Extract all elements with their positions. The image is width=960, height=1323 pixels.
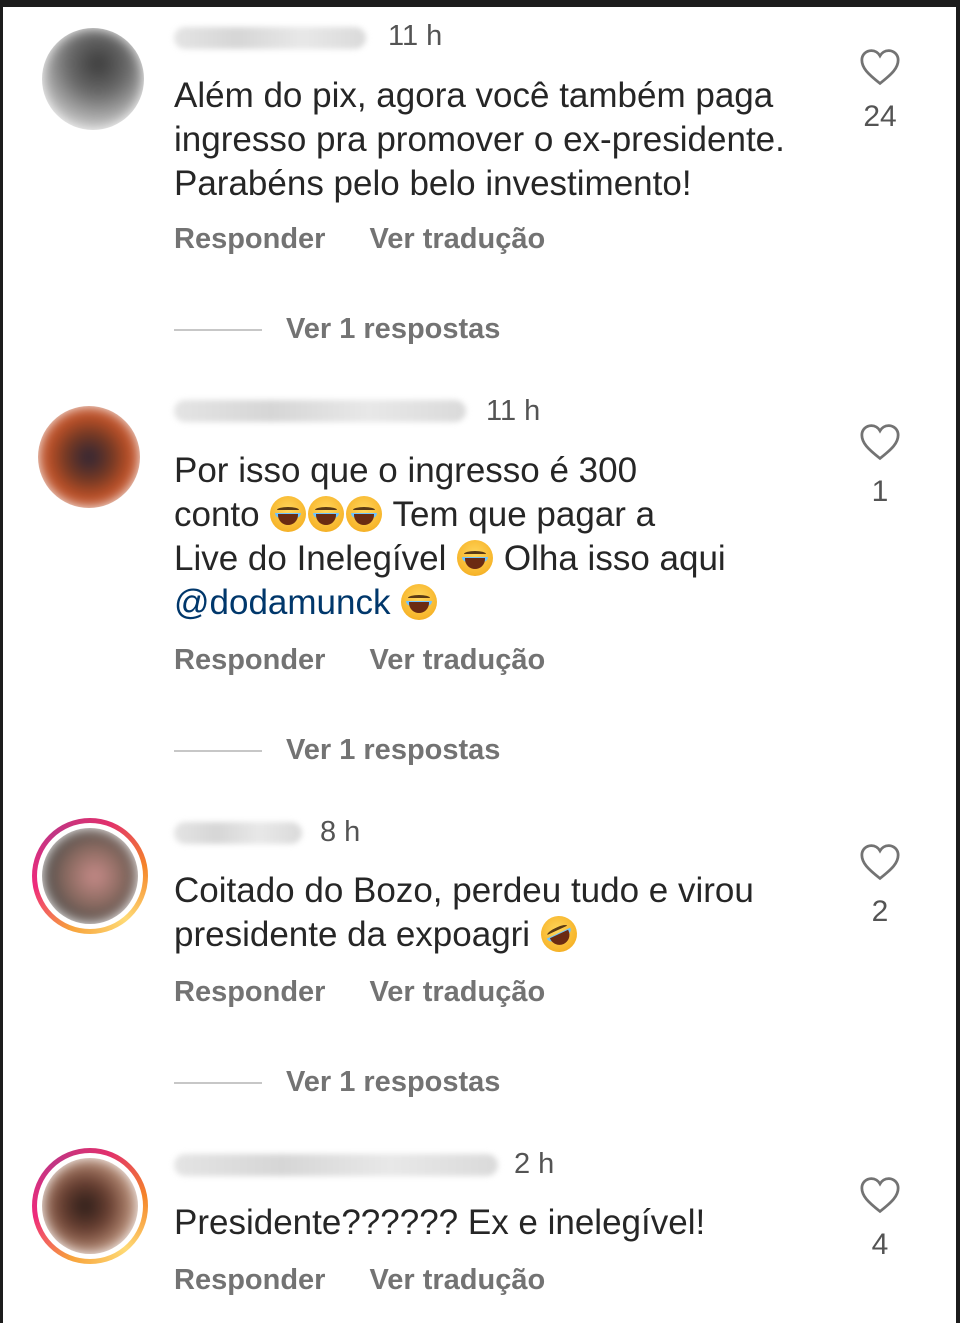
reply-button[interactable]: Responder xyxy=(174,644,325,677)
like-button[interactable]: 24 xyxy=(857,48,903,134)
translate-button[interactable]: Ver tradução xyxy=(369,976,545,1009)
replies-divider xyxy=(174,749,262,752)
tears-of-joy-emoji xyxy=(270,496,307,532)
reply-button[interactable]: Responder xyxy=(174,1264,325,1297)
translate-button[interactable]: Ver tradução xyxy=(369,1264,545,1297)
like-button[interactable]: 2 xyxy=(857,843,903,929)
heart-outline-icon xyxy=(860,49,900,86)
heart-outline-icon xyxy=(860,844,900,881)
comment-timestamp: 11 h xyxy=(486,395,541,427)
comment-text-line: Além do pix, agora você também paga xyxy=(174,76,774,115)
avatar xyxy=(42,828,138,924)
story-ring[interactable] xyxy=(32,818,148,934)
avatar[interactable] xyxy=(42,28,144,130)
comment-timestamp: 2 h xyxy=(514,1148,555,1180)
comment-text-line: Presidente?????? Ex e inelegível! xyxy=(174,1203,706,1242)
avatar xyxy=(42,1158,138,1254)
rolling-on-floor-laughing-emoji xyxy=(534,910,583,958)
comment-text-line: ingresso pra promover o ex-presidente. xyxy=(174,120,785,159)
comment-text-fragment: Live do Inelegível xyxy=(174,539,447,578)
avatar[interactable] xyxy=(38,406,140,508)
comment-text-line: presidente da expoagri xyxy=(174,910,754,958)
screenshot-border-right xyxy=(956,0,960,1323)
screenshot-border-top xyxy=(0,0,960,7)
like-button[interactable]: 4 xyxy=(857,1176,903,1262)
comment-actions: Responder Ver tradução xyxy=(174,644,545,677)
comment-text-line: Parabéns pelo belo investimento! xyxy=(174,164,692,203)
comment-text-fragment: Tem que pagar a xyxy=(392,495,656,534)
view-replies-label: Ver 1 respostas xyxy=(286,313,501,345)
reply-button[interactable]: Responder xyxy=(174,976,325,1009)
comment-text-line: conto Tem que pagar a xyxy=(174,493,726,537)
comment-text: Presidente?????? Ex e inelegível! xyxy=(174,1201,705,1245)
username-blurred[interactable] xyxy=(174,1154,498,1176)
tears-of-joy-emoji xyxy=(346,496,383,532)
story-ring[interactable] xyxy=(32,1148,148,1264)
translate-button[interactable]: Ver tradução xyxy=(369,223,545,256)
view-replies-label: Ver 1 respostas xyxy=(286,1066,501,1098)
reply-button[interactable]: Responder xyxy=(174,223,325,256)
like-count: 4 xyxy=(871,1228,889,1261)
comment-actions: Responder Ver tradução xyxy=(174,223,545,256)
view-replies-button[interactable]: Ver 1 respostas xyxy=(174,313,500,346)
comment-text-fragment: conto xyxy=(174,495,260,534)
heart-outline-icon xyxy=(860,424,900,461)
comment-actions: Responder Ver tradução xyxy=(174,1264,545,1297)
screenshot-border-left xyxy=(0,0,3,1323)
comment-text-fragment: Olha isso aqui xyxy=(503,539,726,578)
like-count: 1 xyxy=(871,475,889,508)
view-replies-label: Ver 1 respostas xyxy=(286,734,501,766)
translate-button[interactable]: Ver tradução xyxy=(369,644,545,677)
comment-text: Coitado do Bozo, perdeu tudo e virou pre… xyxy=(174,869,754,958)
username-blurred[interactable] xyxy=(174,400,466,422)
comment-text-line: @dodamunck xyxy=(174,581,726,625)
username-blurred[interactable] xyxy=(174,822,302,844)
replies-divider xyxy=(174,1081,262,1084)
comment-actions: Responder Ver tradução xyxy=(174,976,545,1009)
comment-text-line: Coitado do Bozo, perdeu tudo e virou xyxy=(174,871,754,910)
mention-link[interactable]: @dodamunck xyxy=(174,583,390,622)
like-button[interactable]: 1 xyxy=(857,423,903,509)
like-count: 24 xyxy=(863,100,897,133)
view-replies-button[interactable]: Ver 1 respostas xyxy=(174,734,500,767)
comment-text: Por isso que o ingresso é 300 conto Tem … xyxy=(174,449,726,625)
heart-outline-icon xyxy=(860,1177,900,1214)
tears-of-joy-emoji xyxy=(401,584,438,620)
comment-text-line: Por isso que o ingresso é 300 xyxy=(174,451,638,490)
tears-of-joy-emoji xyxy=(308,496,345,532)
view-replies-button[interactable]: Ver 1 respostas xyxy=(174,1066,500,1099)
comment-timestamp: 8 h xyxy=(320,816,361,848)
tears-of-joy-emoji xyxy=(457,540,494,576)
comment-timestamp: 11 h xyxy=(388,20,443,52)
like-count: 2 xyxy=(871,895,889,928)
comment-text: Além do pix, agora você também paga ingr… xyxy=(174,74,785,206)
replies-divider xyxy=(174,328,262,331)
comment-text-fragment: presidente da expoagri xyxy=(174,915,531,954)
comment-text-line: Live do Inelegível Olha isso aqui xyxy=(174,537,726,581)
username-blurred[interactable] xyxy=(174,27,366,49)
